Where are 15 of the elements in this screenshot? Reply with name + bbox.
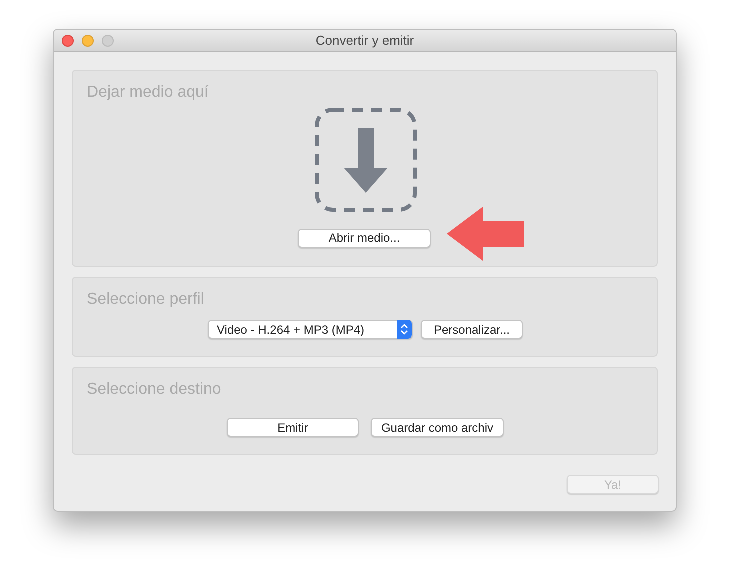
push-button[interactable]: Guardar como archiv xyxy=(371,418,504,437)
close-icon[interactable] xyxy=(62,34,74,46)
window-title: Convertir y emitir xyxy=(316,32,414,50)
push-button[interactable]: Emitir xyxy=(227,418,359,437)
section-title: Dejar medio aquí xyxy=(87,83,209,103)
stepper-icon xyxy=(397,320,412,339)
push-button[interactable]: Personalizar... xyxy=(421,320,523,339)
arrow-icon xyxy=(447,207,525,261)
drop-download-icon xyxy=(315,108,417,212)
push-button[interactable]: Abrir medio... xyxy=(298,228,431,248)
section-title: Seleccione destino xyxy=(87,380,222,400)
zoom-icon[interactable] xyxy=(102,34,114,46)
minimize-icon[interactable] xyxy=(82,34,94,46)
profile-select[interactable]: Video - H.264 + MP3 (MP4) xyxy=(208,320,413,339)
section-title: Seleccione perfil xyxy=(87,290,204,310)
